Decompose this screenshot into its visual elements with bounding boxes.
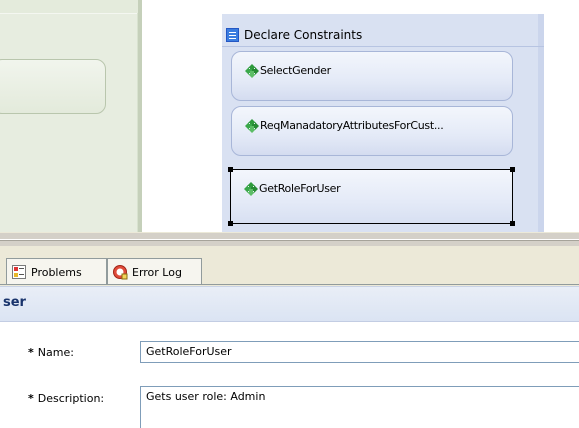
diagram-canvas[interactable]: Declare Constraints SelectGender ReqMana… (0, 0, 579, 232)
green-container-header (0, 0, 142, 13)
view-tab-bar: Problems Error Log (0, 246, 579, 286)
description-label: * Description: (28, 392, 104, 405)
constraint-node-get-role-for-user[interactable]: GetRoleForUser (228, 167, 515, 226)
constraints-list-icon (226, 28, 239, 42)
constraints-compartment[interactable]: Declare Constraints SelectGender ReqMana… (222, 14, 544, 232)
resize-handle-bottom-right[interactable] (510, 221, 515, 226)
properties-header: ser (0, 286, 579, 322)
name-field[interactable]: GetRoleForUser (140, 341, 579, 363)
name-label-text: Name: (37, 346, 74, 359)
tab-problems[interactable]: Problems (6, 258, 107, 285)
rule-arrows-icon (245, 64, 259, 78)
tab-bar-divider (0, 284, 579, 285)
properties-form: * Name: GetRoleForUser * Description: Gets… (0, 322, 579, 428)
rule-arrows-icon (244, 182, 258, 196)
rule-arrows-icon (245, 119, 259, 133)
required-marker: * (28, 346, 34, 359)
constraint-node-req-mandatory-attributes[interactable]: ReqManadatoryAttributesForCust... (231, 106, 513, 156)
tab-problems-label: Problems (31, 265, 82, 279)
resize-handle-top-right[interactable] (510, 167, 515, 172)
green-node[interactable] (0, 59, 106, 114)
green-container-edge (138, 0, 142, 232)
tab-error-log[interactable]: Error Log (107, 258, 202, 285)
splitter-shadow (0, 240, 579, 241)
constraint-node-label: GetRoleForUser (259, 182, 341, 195)
required-marker: * (28, 392, 34, 405)
view-splitter[interactable] (0, 232, 579, 246)
description-label-text: Description: (37, 392, 105, 405)
constraint-node-label: SelectGender (260, 64, 331, 77)
tab-error-log-label: Error Log (132, 265, 182, 279)
description-field[interactable]: Gets user role: Admin (140, 386, 579, 428)
constraint-node-label: ReqManadatoryAttributesForCust... (260, 119, 444, 132)
constraints-header: Declare Constraints (226, 26, 362, 44)
name-label: * Name: (28, 346, 74, 359)
error-log-icon (113, 265, 128, 280)
resize-handle-top-left[interactable] (228, 167, 233, 172)
constraints-title: Declare Constraints (244, 28, 363, 42)
constraint-node-select-gender[interactable]: SelectGender (231, 51, 513, 101)
green-container[interactable] (0, 0, 142, 232)
green-container-body (0, 13, 137, 232)
problems-icon (12, 265, 26, 279)
compartment-divider (222, 46, 544, 47)
resize-handle-bottom-left[interactable] (228, 221, 233, 226)
properties-title: ser (3, 295, 26, 310)
